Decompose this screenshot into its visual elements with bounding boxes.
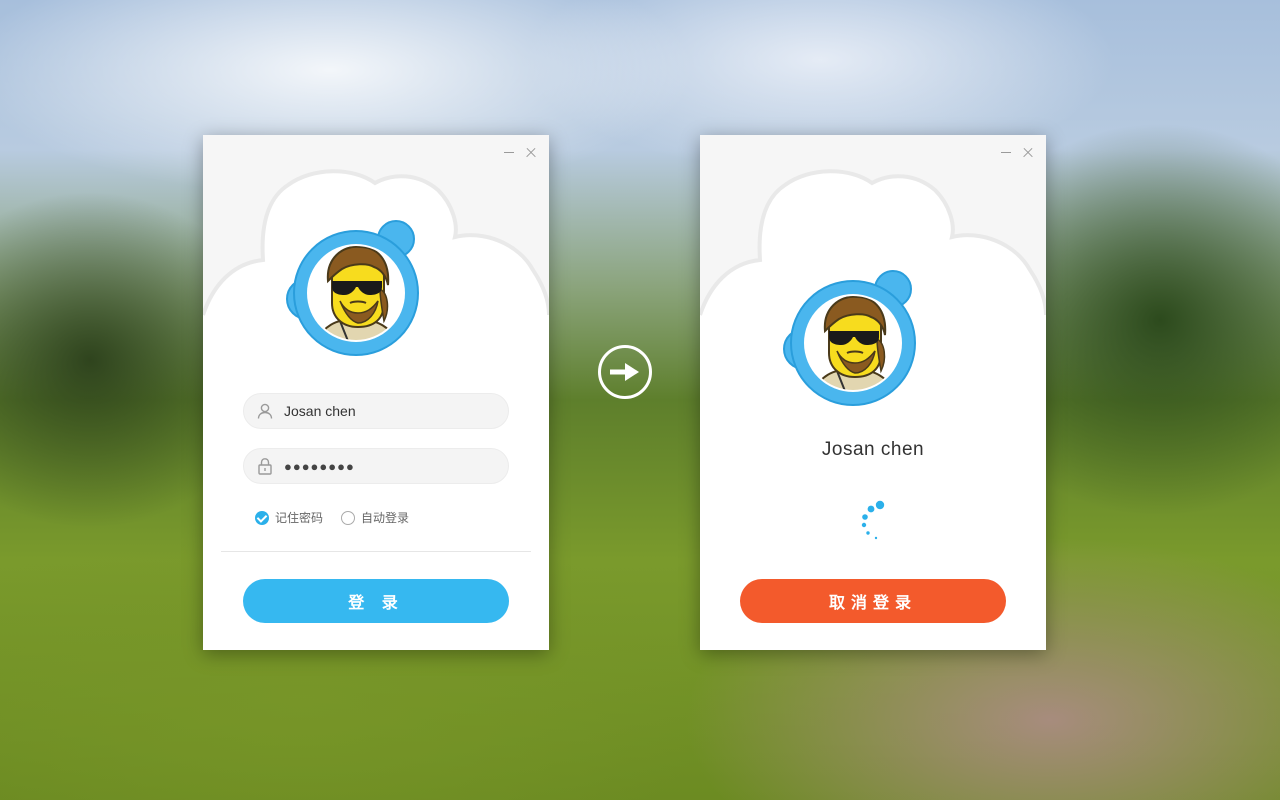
unchecked-radio-icon[interactable] [341, 510, 356, 525]
user-icon [257, 403, 273, 419]
username-label: Josan chen [821, 439, 925, 460]
checked-icon[interactable] [255, 510, 269, 525]
arrow-right-icon [598, 345, 652, 399]
minimize-icon[interactable] [998, 145, 1014, 161]
login-button[interactable]: 登 录 [243, 579, 509, 623]
password-field[interactable]: ●●●●●●●● [243, 448, 509, 484]
username-input[interactable]: Josan chen [284, 403, 356, 419]
cancel-login-button[interactable]: 取消登录 [740, 579, 1006, 623]
auto-login-option[interactable]: 自动登录 [341, 509, 409, 526]
avatar [286, 220, 419, 356]
login-window: Josan chen ●●●●●●●● 记住密码 自动登录 登 录 [203, 135, 549, 650]
loading-spinner-icon [861, 500, 885, 540]
avatar [783, 270, 916, 406]
remember-password-option[interactable]: 记住密码 [255, 509, 323, 526]
close-icon[interactable] [1020, 145, 1036, 161]
lock-icon [258, 458, 272, 475]
auto-login-label: 自动登录 [361, 511, 410, 525]
divider [221, 551, 531, 552]
loading-window: Josan chen 取消登录 [700, 135, 1046, 650]
close-icon[interactable] [523, 145, 539, 161]
password-input[interactable]: ●●●●●●●● [284, 459, 355, 474]
minimize-icon[interactable] [501, 145, 517, 161]
remember-password-label: 记住密码 [275, 511, 324, 525]
username-field[interactable]: Josan chen [243, 393, 509, 429]
